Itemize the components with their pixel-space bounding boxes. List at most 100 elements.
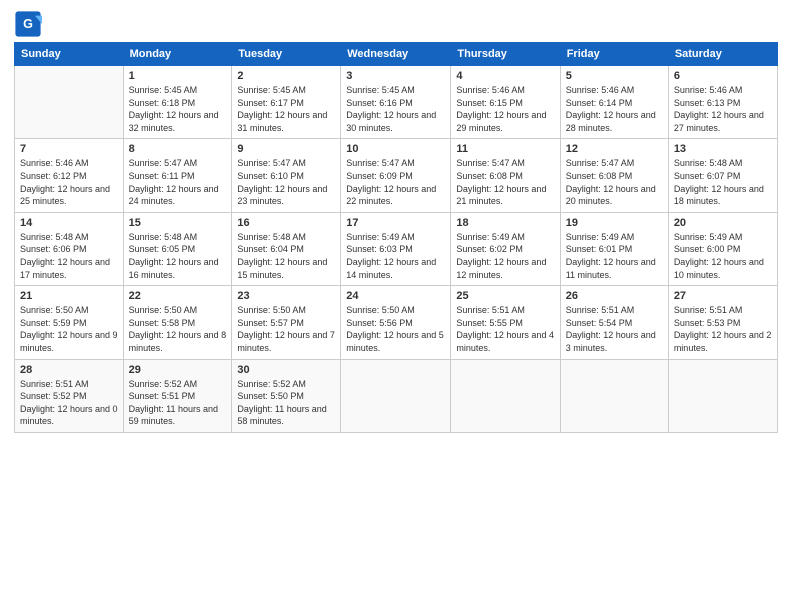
day-info: Sunrise: 5:46 AM Sunset: 6:13 PM Dayligh… <box>674 84 772 134</box>
calendar-cell <box>560 359 668 432</box>
day-number: 8 <box>129 143 227 155</box>
day-number: 1 <box>129 70 227 82</box>
weekday-header-row: SundayMondayTuesdayWednesdayThursdayFrid… <box>15 43 778 66</box>
day-number: 15 <box>129 217 227 229</box>
day-info: Sunrise: 5:52 AM Sunset: 5:51 PM Dayligh… <box>129 378 227 428</box>
weekday-header-friday: Friday <box>560 43 668 66</box>
day-info: Sunrise: 5:47 AM Sunset: 6:11 PM Dayligh… <box>129 157 227 207</box>
day-number: 27 <box>674 290 772 302</box>
calendar-cell <box>668 359 777 432</box>
day-info: Sunrise: 5:49 AM Sunset: 6:02 PM Dayligh… <box>456 231 554 281</box>
logo: G <box>14 10 44 38</box>
calendar-cell: 19 Sunrise: 5:49 AM Sunset: 6:01 PM Dayli… <box>560 212 668 285</box>
day-info: Sunrise: 5:49 AM Sunset: 6:03 PM Dayligh… <box>346 231 445 281</box>
day-number: 6 <box>674 70 772 82</box>
calendar-cell <box>451 359 560 432</box>
day-number: 22 <box>129 290 227 302</box>
calendar-cell: 27Sunrise: 5:51 AM Sunset: 5:53 PM Dayli… <box>668 286 777 359</box>
main-container: G SundayMondayTuesdayWednesdayThursdayFr… <box>0 0 792 443</box>
day-info: Sunrise: 5:51 AM Sunset: 5:55 PM Dayligh… <box>456 304 554 354</box>
calendar-cell: 1 Sunrise: 5:45 AM Sunset: 6:18 PM Daylig… <box>123 66 232 139</box>
calendar-cell: 14 Sunrise: 5:48 AM Sunset: 6:06 PM Dayli… <box>15 212 124 285</box>
weekday-header-thursday: Thursday <box>451 43 560 66</box>
day-number: 11 <box>456 143 554 155</box>
weekday-header-sunday: Sunday <box>15 43 124 66</box>
day-info: Sunrise: 5:46 AM Sunset: 6:14 PM Dayligh… <box>566 84 663 134</box>
calendar-cell: 5 Sunrise: 5:46 AM Sunset: 6:14 PM Daylig… <box>560 66 668 139</box>
calendar-cell: 12 Sunrise: 5:47 AM Sunset: 6:08 PM Dayli… <box>560 139 668 212</box>
calendar-cell: 10 Sunrise: 5:47 AM Sunset: 6:09 PM Dayli… <box>341 139 451 212</box>
day-number: 19 <box>566 217 663 229</box>
weekday-header-monday: Monday <box>123 43 232 66</box>
calendar-cell: 18 Sunrise: 5:49 AM Sunset: 6:02 PM Dayli… <box>451 212 560 285</box>
weekday-header-saturday: Saturday <box>668 43 777 66</box>
calendar-cell <box>341 359 451 432</box>
calendar-cell: 8 Sunrise: 5:47 AM Sunset: 6:11 PM Daylig… <box>123 139 232 212</box>
day-info: Sunrise: 5:49 AM Sunset: 6:01 PM Dayligh… <box>566 231 663 281</box>
day-number: 14 <box>20 217 118 229</box>
calendar-cell: 17 Sunrise: 5:49 AM Sunset: 6:03 PM Dayli… <box>341 212 451 285</box>
day-number: 29 <box>129 364 227 376</box>
day-number: 25 <box>456 290 554 302</box>
calendar-cell: 24 Sunrise: 5:50 AM Sunset: 5:56 PM Dayli… <box>341 286 451 359</box>
day-info: Sunrise: 5:46 AM Sunset: 6:15 PM Dayligh… <box>456 84 554 134</box>
day-number: 9 <box>237 143 335 155</box>
day-number: 7 <box>20 143 118 155</box>
day-info: Sunrise: 5:51 AM Sunset: 5:54 PM Dayligh… <box>566 304 663 354</box>
calendar-cell: 23Sunrise: 5:50 AM Sunset: 5:57 PM Dayli… <box>232 286 341 359</box>
day-number: 21 <box>20 290 118 302</box>
calendar-cell: 4 Sunrise: 5:46 AM Sunset: 6:15 PM Daylig… <box>451 66 560 139</box>
calendar-cell: 2Sunrise: 5:45 AM Sunset: 6:17 PM Daylig… <box>232 66 341 139</box>
calendar-cell: 26Sunrise: 5:51 AM Sunset: 5:54 PM Dayli… <box>560 286 668 359</box>
day-number: 4 <box>456 70 554 82</box>
day-number: 10 <box>346 143 445 155</box>
day-number: 5 <box>566 70 663 82</box>
calendar-cell: 30Sunrise: 5:52 AM Sunset: 5:50 PM Dayli… <box>232 359 341 432</box>
day-info: Sunrise: 5:48 AM Sunset: 6:06 PM Dayligh… <box>20 231 118 281</box>
header: G <box>14 10 778 38</box>
day-info: Sunrise: 5:45 AM Sunset: 6:18 PM Dayligh… <box>129 84 227 134</box>
day-info: Sunrise: 5:45 AM Sunset: 6:16 PM Dayligh… <box>346 84 445 134</box>
svg-text:G: G <box>23 17 33 31</box>
week-row-1: 1 Sunrise: 5:45 AM Sunset: 6:18 PM Daylig… <box>15 66 778 139</box>
calendar-cell: 20 Sunrise: 5:49 AM Sunset: 6:00 PM Dayli… <box>668 212 777 285</box>
day-info: Sunrise: 5:46 AM Sunset: 6:12 PM Dayligh… <box>20 157 118 207</box>
day-info: Sunrise: 5:47 AM Sunset: 6:10 PM Dayligh… <box>237 157 335 207</box>
day-number: 30 <box>237 364 335 376</box>
day-info: Sunrise: 5:51 AM Sunset: 5:52 PM Dayligh… <box>20 378 118 428</box>
day-info: Sunrise: 5:47 AM Sunset: 6:08 PM Dayligh… <box>456 157 554 207</box>
day-number: 28 <box>20 364 118 376</box>
calendar-cell: 9 Sunrise: 5:47 AM Sunset: 6:10 PM Daylig… <box>232 139 341 212</box>
calendar-cell: 25 Sunrise: 5:51 AM Sunset: 5:55 PM Dayli… <box>451 286 560 359</box>
day-number: 17 <box>346 217 445 229</box>
calendar-cell: 16Sunrise: 5:48 AM Sunset: 6:04 PM Dayli… <box>232 212 341 285</box>
calendar-cell <box>15 66 124 139</box>
day-info: Sunrise: 5:50 AM Sunset: 5:58 PM Dayligh… <box>129 304 227 354</box>
day-info: Sunrise: 5:47 AM Sunset: 6:08 PM Dayligh… <box>566 157 663 207</box>
day-number: 3 <box>346 70 445 82</box>
day-info: Sunrise: 5:50 AM Sunset: 5:59 PM Dayligh… <box>20 304 118 354</box>
day-number: 20 <box>674 217 772 229</box>
day-info: Sunrise: 5:50 AM Sunset: 5:56 PM Dayligh… <box>346 304 445 354</box>
calendar-cell: 13Sunrise: 5:48 AM Sunset: 6:07 PM Dayli… <box>668 139 777 212</box>
week-row-3: 14 Sunrise: 5:48 AM Sunset: 6:06 PM Dayli… <box>15 212 778 285</box>
calendar-cell: 3 Sunrise: 5:45 AM Sunset: 6:16 PM Daylig… <box>341 66 451 139</box>
day-number: 18 <box>456 217 554 229</box>
week-row-2: 7 Sunrise: 5:46 AM Sunset: 6:12 PM Daylig… <box>15 139 778 212</box>
calendar-cell: 6 Sunrise: 5:46 AM Sunset: 6:13 PM Daylig… <box>668 66 777 139</box>
day-number: 12 <box>566 143 663 155</box>
logo-icon: G <box>14 10 42 38</box>
calendar-cell: 22 Sunrise: 5:50 AM Sunset: 5:58 PM Dayli… <box>123 286 232 359</box>
day-info: Sunrise: 5:49 AM Sunset: 6:00 PM Dayligh… <box>674 231 772 281</box>
calendar-cell: 28 Sunrise: 5:51 AM Sunset: 5:52 PM Dayli… <box>15 359 124 432</box>
day-info: Sunrise: 5:45 AM Sunset: 6:17 PM Dayligh… <box>237 84 335 134</box>
day-number: 16 <box>237 217 335 229</box>
week-row-5: 28 Sunrise: 5:51 AM Sunset: 5:52 PM Dayli… <box>15 359 778 432</box>
day-number: 24 <box>346 290 445 302</box>
day-info: Sunrise: 5:48 AM Sunset: 6:07 PM Dayligh… <box>674 157 772 207</box>
calendar-table: SundayMondayTuesdayWednesdayThursdayFrid… <box>14 42 778 433</box>
day-info: Sunrise: 5:47 AM Sunset: 6:09 PM Dayligh… <box>346 157 445 207</box>
weekday-header-tuesday: Tuesday <box>232 43 341 66</box>
calendar-cell: 11 Sunrise: 5:47 AM Sunset: 6:08 PM Dayli… <box>451 139 560 212</box>
day-info: Sunrise: 5:50 AM Sunset: 5:57 PM Dayligh… <box>237 304 335 354</box>
